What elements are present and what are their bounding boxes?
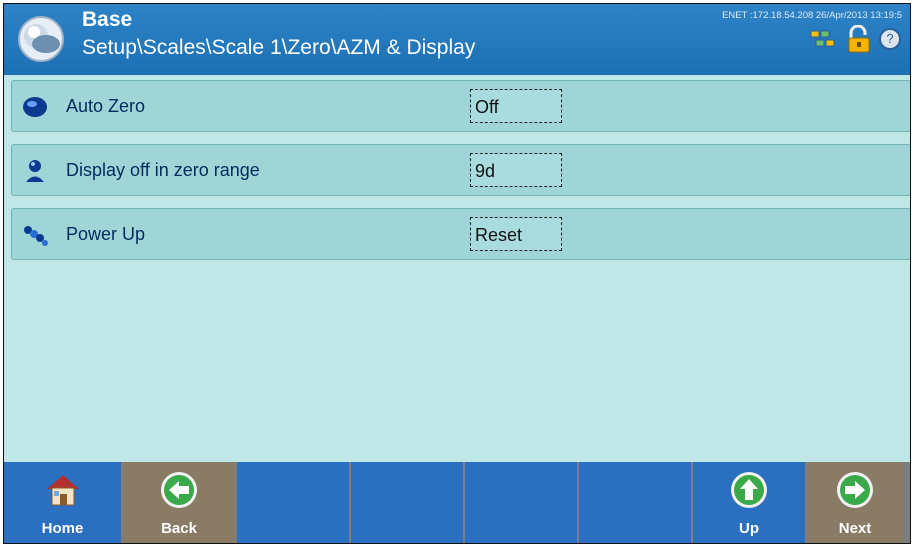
home-icon xyxy=(46,475,79,506)
next-label: Next xyxy=(838,520,872,537)
network-icon xyxy=(810,28,840,55)
breadcrumb: Setup\Scales\Scale 1\Zero\AZM & Display xyxy=(82,36,476,59)
softkey-bar: Home Back Up Next xyxy=(4,462,910,543)
up-button[interactable]: Up xyxy=(693,462,805,543)
next-arrow-icon xyxy=(837,472,873,508)
lock-icon[interactable] xyxy=(844,24,874,58)
network-time-status: ENET :172.18.54.208 26/Apr/2013 13:19:5 xyxy=(722,10,902,21)
row-label: Auto Zero xyxy=(66,96,146,116)
softkey-5[interactable] xyxy=(465,462,577,543)
scale-logo-icon xyxy=(18,16,64,62)
header-bar: Base Setup\Scales\Scale 1\Zero\AZM & Dis… xyxy=(4,4,910,75)
row-power-up[interactable]: Power Up Reset xyxy=(11,208,910,260)
next-button[interactable]: Next xyxy=(807,462,903,543)
value-field[interactable]: Reset xyxy=(470,217,562,251)
row-label: Display off in zero range xyxy=(66,160,260,180)
softkey-6[interactable] xyxy=(579,462,691,543)
help-icon[interactable]: ? xyxy=(878,27,902,56)
row-display-off-in-zero-range[interactable]: Display off in zero range 9d xyxy=(11,144,910,196)
up-label: Up xyxy=(739,520,759,537)
row-label: Power Up xyxy=(66,224,146,244)
back-arrow-icon xyxy=(161,472,197,508)
value-field[interactable]: 9d xyxy=(470,153,562,187)
svg-text:?: ? xyxy=(886,31,893,46)
value-field[interactable]: Off xyxy=(470,89,562,123)
softkey-4[interactable] xyxy=(351,462,463,543)
row-auto-zero[interactable]: Auto Zero Off xyxy=(11,80,910,132)
home-button[interactable]: Home xyxy=(4,462,121,543)
page-title: Base xyxy=(82,8,133,31)
softkey-3[interactable] xyxy=(237,462,349,543)
up-arrow-icon xyxy=(731,472,767,508)
person-icon xyxy=(26,160,44,182)
back-button[interactable]: Back xyxy=(123,462,235,543)
status-icons: ? xyxy=(810,24,902,58)
power-up-icon xyxy=(24,226,48,246)
terminal-screen: Base Setup\Scales\Scale 1\Zero\AZM & Dis… xyxy=(3,3,911,544)
back-label: Back xyxy=(161,520,197,537)
home-label: Home xyxy=(41,520,84,537)
blue-oval-icon xyxy=(23,97,47,117)
